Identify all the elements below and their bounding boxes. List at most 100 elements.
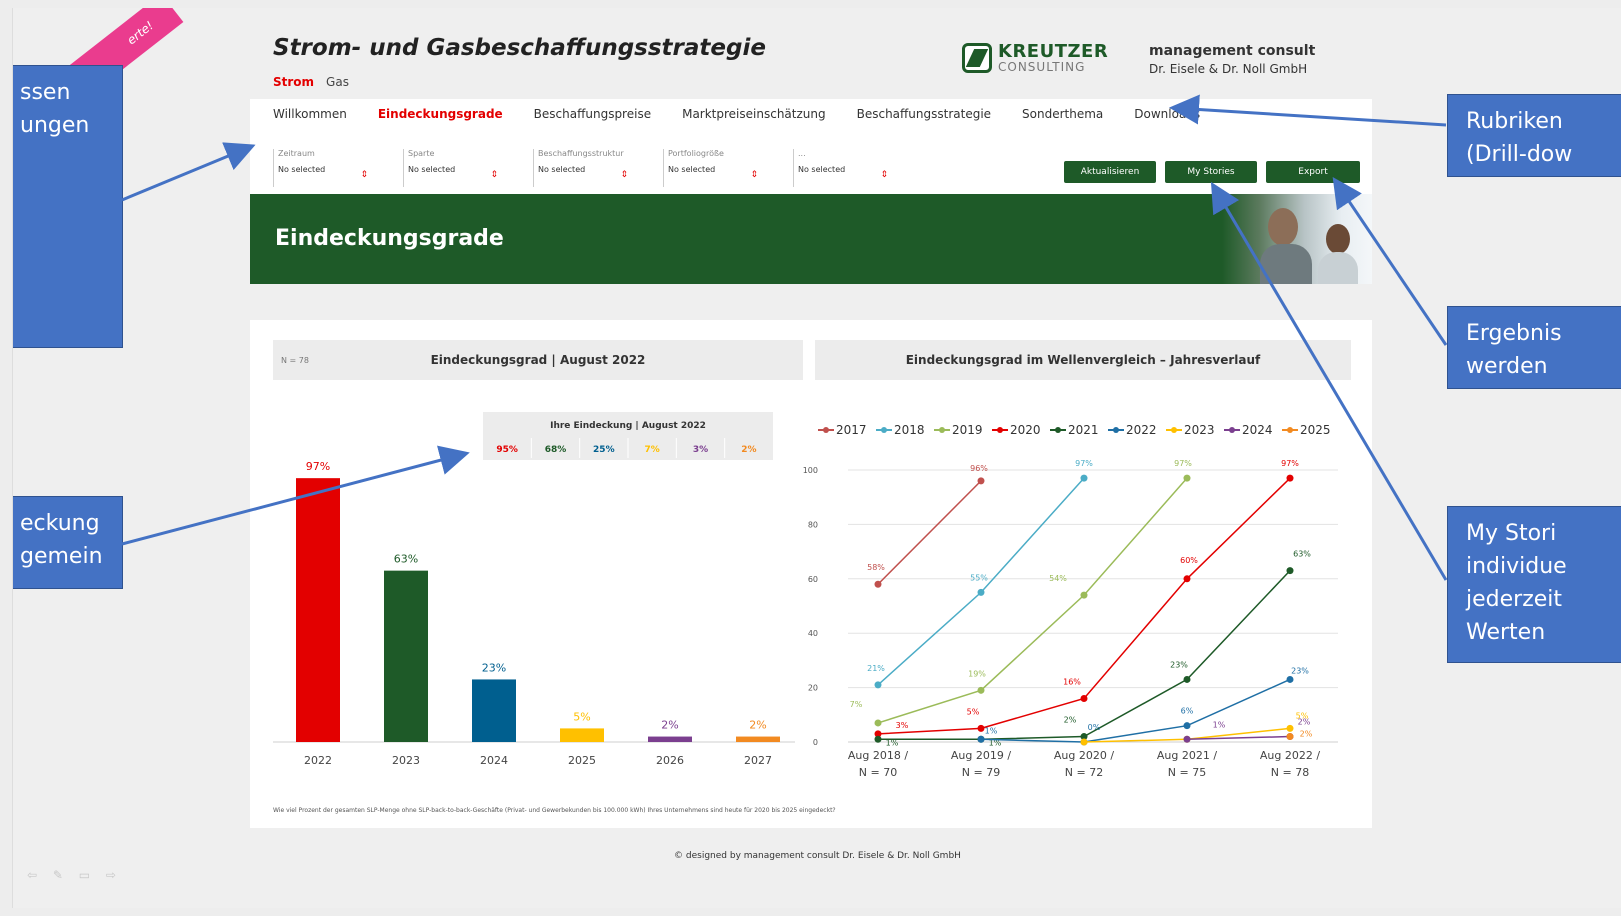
callout-filters: ssen ungen <box>13 65 123 348</box>
kreutzer-logo-icon <box>962 43 992 73</box>
data-point <box>977 686 985 694</box>
data-point <box>1080 474 1088 482</box>
point-data-label: 1% <box>886 738 899 747</box>
legend-marker <box>1055 427 1061 433</box>
legend-label: 2018 <box>894 423 925 437</box>
data-point <box>874 681 882 689</box>
filter-value: No selected <box>668 165 716 174</box>
x-tick-label: 2023 <box>392 754 420 767</box>
x-tick-label: 2026 <box>656 754 684 767</box>
data-point <box>1286 733 1294 741</box>
my-stories-button[interactable]: My Stories <box>1165 161 1257 183</box>
slide: erte! ssen ungen eckung gemein Rubriken … <box>12 8 1621 908</box>
filter-more[interactable]: ... No selected ⇕ <box>793 149 923 187</box>
x-tick-label: Aug 2018 / <box>848 749 908 762</box>
bar <box>296 478 340 742</box>
bar-data-label: 63% <box>394 553 418 566</box>
data-point <box>1286 567 1294 575</box>
point-data-label: 1% <box>985 726 998 735</box>
inset-table-value: 68% <box>545 445 567 455</box>
point-data-label: 2% <box>1300 730 1313 739</box>
legend-label: 2019 <box>952 423 983 437</box>
filter-sparte[interactable]: Sparte No selected ⇕ <box>403 149 533 187</box>
callout-coverage: eckung gemein <box>13 496 123 589</box>
right-chart-title: Eindeckungsgrad im Wellenvergleich – Jah… <box>905 353 1261 367</box>
x-tick-label: 2025 <box>568 754 596 767</box>
bar <box>472 679 516 742</box>
x-tick-label: N = 78 <box>1271 766 1309 779</box>
x-tick-label: N = 72 <box>1065 766 1103 779</box>
point-data-label: 63% <box>1293 550 1311 559</box>
data-point <box>977 724 985 732</box>
y-tick-label: 60 <box>808 575 818 584</box>
nav-item-sonderthema[interactable]: Sonderthema <box>1022 107 1103 121</box>
data-point <box>977 735 985 743</box>
content-card: N = 78 Eindeckungsgrad | August 2022 Ein… <box>250 320 1372 828</box>
slide-nav-icons[interactable]: ⇦ ✎ ▭ ⇨ <box>27 868 122 882</box>
logo-line2: CONSULTING <box>998 60 1086 74</box>
y-tick-label: 100 <box>803 466 818 475</box>
legend-label: 2020 <box>1010 423 1041 437</box>
dropdown-chevron-icon[interactable]: ⇕ <box>880 170 888 180</box>
x-tick-label: Aug 2019 / <box>951 749 1011 762</box>
point-data-label: 55% <box>970 573 988 582</box>
point-data-label: 7% <box>850 700 863 709</box>
point-data-label: 23% <box>1170 660 1188 669</box>
point-data-label: 21% <box>867 664 885 673</box>
point-data-label: 97% <box>1075 459 1093 468</box>
bar <box>560 728 604 742</box>
x-tick-label: 2027 <box>744 754 772 767</box>
point-data-label: 96% <box>970 464 988 473</box>
legend-label: 2017 <box>836 423 867 437</box>
filter-beschaffungsstruktur[interactable]: Beschaffungsstruktur No selected ⇕ <box>533 149 663 187</box>
x-tick-label: N = 75 <box>1168 766 1206 779</box>
nav-item-willkommen[interactable]: Willkommen <box>273 107 347 121</box>
filter-zeitraum[interactable]: Zeitraum No selected ⇕ <box>273 149 403 187</box>
data-point <box>1286 474 1294 482</box>
sample-size-label: N = 78 <box>281 355 309 365</box>
x-tick-label: N = 70 <box>859 766 897 779</box>
legend-marker <box>1113 427 1119 433</box>
tab-strom[interactable]: Strom <box>273 75 314 89</box>
legend-marker <box>997 427 1003 433</box>
point-data-label: 60% <box>1180 556 1198 565</box>
filter-label: ... <box>798 149 806 158</box>
data-point <box>874 719 882 727</box>
bar-chart: 97% 2022 63% 2023 23% 2024 5% 2025 2% 2026 2% 2027 I… <box>273 412 795 767</box>
filter-label: Sparte <box>408 149 435 158</box>
dropdown-chevron-icon[interactable]: ⇕ <box>490 170 498 180</box>
question-footnote: Wie viel Prozent der gesamten SLP-Menge … <box>273 807 836 814</box>
nav-item-beschaffungsstrategie[interactable]: Beschaffungsstrategie <box>857 107 991 121</box>
point-data-label: 0% <box>1088 723 1101 732</box>
export-button[interactable]: Export <box>1266 161 1360 183</box>
bar <box>648 736 692 742</box>
filter-value: No selected <box>408 165 456 174</box>
company-line2: Dr. Eisele & Dr. Noll GmbH <box>1149 62 1308 77</box>
tab-gas[interactable]: Gas <box>326 75 349 89</box>
nav-item-eindeckungsgrade[interactable]: Eindeckungsgrade <box>378 107 503 121</box>
dropdown-chevron-icon[interactable]: ⇕ <box>620 170 628 180</box>
filter-value: No selected <box>278 165 326 174</box>
filter-value: No selected <box>538 165 586 174</box>
legend-marker <box>1171 427 1177 433</box>
dropdown-chevron-icon[interactable]: ⇕ <box>750 170 758 180</box>
right-panel-header: Eindeckungsgrad im Wellenvergleich – Jah… <box>815 340 1351 380</box>
filter-bar: Zeitraum No selected ⇕ Sparte No selecte… <box>273 149 923 187</box>
point-data-label: 97% <box>1174 459 1192 468</box>
bar-data-label: 2% <box>749 719 766 732</box>
data-point <box>874 580 882 588</box>
dropdown-chevron-icon[interactable]: ⇕ <box>360 170 368 180</box>
point-data-label: 6% <box>1181 707 1194 716</box>
nav-item-beschaffungspreise[interactable]: Beschaffungspreise <box>534 107 651 121</box>
callout-sections: Rubriken (Drill-dow <box>1447 94 1621 177</box>
point-data-label: 19% <box>968 669 986 678</box>
x-tick-label: Aug 2022 / <box>1260 749 1320 762</box>
kreutzer-logo: KREUTZER CONSULTING <box>962 43 1108 73</box>
inset-table-value: 25% <box>593 445 615 455</box>
filter-portfoliogroesse[interactable]: Portfoliogröße No selected ⇕ <box>663 149 793 187</box>
energy-tabs: Strom Gas <box>273 75 349 89</box>
refresh-button[interactable]: Aktualisieren <box>1064 161 1156 183</box>
inset-table-value: 2% <box>741 445 756 455</box>
nav-item-marktpreiseinschaetzung[interactable]: Marktpreiseinschätzung <box>682 107 826 121</box>
nav-item-downloads[interactable]: Downloads <box>1134 107 1200 121</box>
